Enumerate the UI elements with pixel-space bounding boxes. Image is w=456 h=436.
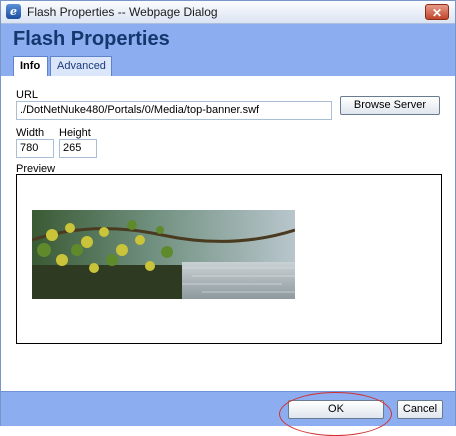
tab-advanced[interactable]: Advanced — [50, 56, 112, 76]
width-label: Width — [16, 127, 45, 139]
window-title: Flash Properties -- Webpage Dialog — [27, 5, 218, 19]
ie-icon: e — [6, 4, 21, 19]
cancel-button[interactable]: Cancel — [397, 400, 443, 419]
preview-area — [16, 174, 442, 344]
height-label: Height — [59, 127, 91, 139]
browse-server-button[interactable]: Browse Server — [340, 96, 440, 115]
width-input[interactable]: 780 — [16, 139, 54, 158]
close-button[interactable]: ✕ — [425, 4, 449, 20]
dialog-header: Flash Properties Info Advanced — [1, 24, 455, 77]
page-title: Flash Properties — [13, 28, 170, 50]
height-input[interactable]: 265 — [59, 139, 97, 158]
title-bar[interactable]: e Flash Properties -- Webpage Dialog ✕ — [1, 1, 455, 24]
dialog-body: URL ./DotNetNuke480/Portals/0/Media/top-… — [1, 76, 455, 391]
dialog-window: e Flash Properties -- Webpage Dialog ✕ F… — [0, 0, 456, 436]
url-input[interactable]: ./DotNetNuke480/Portals/0/Media/top-bann… — [16, 101, 332, 120]
ok-highlight-annotation — [279, 392, 392, 436]
url-label: URL — [16, 89, 39, 101]
dialog-footer: OK Cancel — [1, 391, 455, 436]
banner-preview-image — [32, 210, 295, 299]
tab-info[interactable]: Info — [13, 56, 48, 77]
